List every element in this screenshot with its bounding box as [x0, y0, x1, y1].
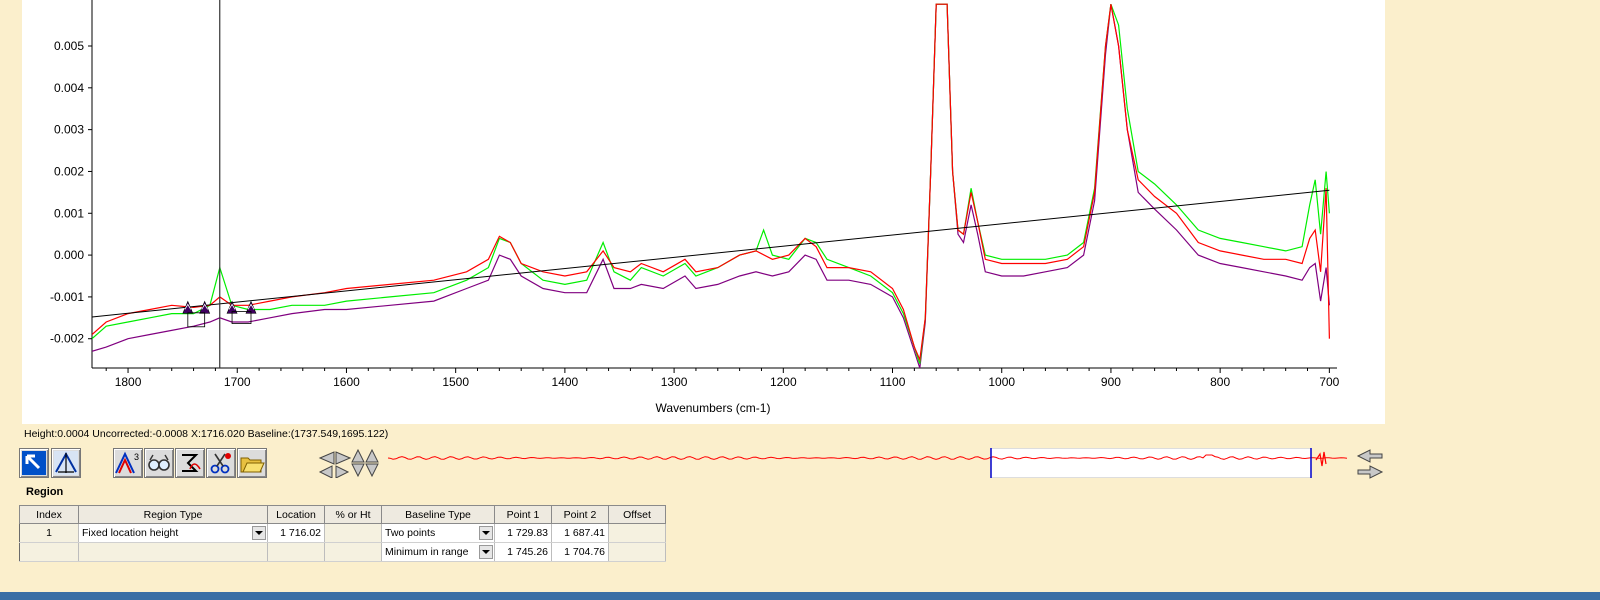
eyeglasses-button[interactable]: [144, 448, 174, 478]
open-folder-icon: [240, 457, 265, 473]
baseline-type-value: Minimum in range: [385, 546, 469, 558]
table-row[interactable]: 1 Fixed location height 1 716.02 Two poi…: [19, 523, 666, 543]
col-pct-or-ht: % or Ht: [324, 505, 382, 524]
point1-field[interactable]: 1 729.83: [494, 523, 552, 543]
y-tick-label: 0.005: [54, 39, 84, 53]
scroll-arrows-icon[interactable]: [1356, 448, 1384, 480]
eyeglasses-icon: [148, 454, 170, 471]
x-tick-label: 1700: [224, 375, 251, 389]
y-tick-label: 0.002: [54, 164, 84, 178]
expand-horizontal-icon[interactable]: [318, 448, 352, 478]
y-tick-label: -0.001: [50, 290, 84, 304]
col-point1: Point 1: [494, 505, 552, 524]
x-tick-label: 800: [1210, 375, 1230, 389]
cell-index: 1: [19, 523, 79, 543]
x-tick-label: 1000: [988, 375, 1015, 389]
baseline-range-box: [187, 312, 206, 328]
pct-or-ht-field: [324, 542, 382, 562]
table-row[interactable]: Minimum in range 1 745.26 1 704.76: [19, 542, 666, 562]
overview-navigator[interactable]: [387, 447, 1352, 479]
x-tick-label: 1100: [880, 375, 906, 389]
offset-field[interactable]: [608, 523, 666, 543]
col-point2: Point 2: [551, 505, 609, 524]
point2-field[interactable]: 1 687.41: [551, 523, 609, 543]
x-tick-label: 1800: [115, 375, 142, 389]
baseline-type-value: Two points: [385, 527, 436, 539]
chevron-down-icon[interactable]: [479, 526, 493, 540]
peak-marker-button[interactable]: [51, 448, 81, 478]
offset-field: [608, 542, 666, 562]
region-table[interactable]: Index Region Type Location % or Ht Basel…: [19, 505, 666, 562]
region-type-value: Fixed location height: [82, 527, 179, 539]
status-readout: Height:0.0004 Uncorrected:-0.0008 X:1716…: [24, 428, 389, 440]
region-marker[interactable]: [199, 300, 211, 314]
scissors-button[interactable]: [206, 448, 236, 478]
x-tick-label: 700: [1319, 375, 1339, 389]
pointer-arrow-icon: [22, 451, 46, 475]
spectrum-chart[interactable]: 0.005 0.004 0.003 0.002 0.001 0.000 -0.001 -0.0…: [22, 0, 1385, 424]
col-location: Location: [267, 505, 325, 524]
spectrum-series-line: [92, 3, 1330, 362]
peak-marker-icon: [54, 451, 78, 475]
spectrum-series-line: [92, 3, 1330, 364]
region-type-field: [78, 542, 268, 562]
location-field: [267, 542, 325, 562]
svg-text:3: 3: [134, 452, 139, 462]
spectrum-plot-panel[interactable]: 0.005 0.004 0.003 0.002 0.001 0.000 -0.001 -0.0…: [22, 0, 1385, 424]
expand-vertical-icon[interactable]: [350, 448, 380, 478]
y-tick-label: 0.000: [54, 248, 84, 262]
cell-index: [19, 542, 79, 562]
baseline-type-dropdown[interactable]: Two points: [381, 523, 495, 543]
col-offset: Offset: [608, 505, 666, 524]
region-section-title: Region: [26, 486, 64, 498]
chevron-down-icon[interactable]: [479, 545, 493, 559]
x-axis-title: Wavenumbers (cm-1): [656, 401, 771, 415]
x-tick-label: 1300: [661, 375, 688, 389]
window-bottom-edge: [0, 592, 1600, 600]
col-baseline-type: Baseline Type: [381, 505, 495, 524]
baseline-line: [91, 189, 1330, 318]
y-tick-label: -0.002: [50, 332, 84, 346]
peak-analysis-icon: 3: [115, 451, 139, 474]
x-tick-label: 1200: [770, 375, 797, 389]
peak-analysis-button[interactable]: 3: [113, 448, 143, 478]
x-tick-label: 1400: [552, 375, 579, 389]
sigma-button[interactable]: [175, 448, 205, 478]
sigma-icon: [182, 454, 201, 472]
scissors-icon: [210, 453, 231, 474]
x-tick-label: 1600: [333, 375, 360, 389]
location-field[interactable]: 1 716.02: [267, 523, 325, 543]
region-table-header: Index Region Type Location % or Ht Basel…: [19, 505, 666, 524]
baseline-type-dropdown[interactable]: Minimum in range: [381, 542, 495, 562]
y-tick-label: 0.003: [54, 123, 84, 137]
x-tick-label: 1500: [442, 375, 469, 389]
y-tick-label: 0.004: [54, 81, 84, 95]
pct-or-ht-field[interactable]: [324, 523, 382, 543]
point2-field[interactable]: 1 704.76: [551, 542, 609, 562]
chevron-down-icon[interactable]: [252, 526, 266, 540]
open-folder-button[interactable]: [237, 448, 267, 478]
col-region-type: Region Type: [78, 505, 268, 524]
region-type-dropdown[interactable]: Fixed location height: [78, 523, 268, 543]
x-tick-label: 900: [1101, 375, 1121, 389]
point1-field[interactable]: 1 745.26: [494, 542, 552, 562]
y-tick-label: 0.001: [54, 206, 84, 220]
pointer-arrow-button[interactable]: [19, 448, 49, 478]
col-index: Index: [19, 505, 79, 524]
